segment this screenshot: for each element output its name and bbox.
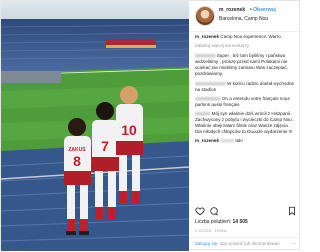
kit-number-right: 10 bbox=[121, 122, 137, 138]
likes-count[interactable]: Liczba polubień: 14 505 bbox=[195, 219, 248, 225]
post-date[interactable]: 2 GODZ. TEMU bbox=[195, 228, 227, 233]
stadium-photo: ZAKUS 8 7 10 bbox=[1, 1, 189, 251]
comment-username[interactable]: xxxxxxxxxx bbox=[195, 96, 221, 101]
comment-item: xxxxxxxxxxxx W końcu radzio dostał wycho… bbox=[195, 81, 297, 93]
comment-item: xxxxxxxxxx On a entendu votre français n… bbox=[195, 96, 297, 108]
bookmark-icon[interactable] bbox=[287, 206, 297, 216]
comment-item: xxxxxx Mój syn właśnie dziś wrócił z His… bbox=[195, 111, 297, 135]
load-more-comments[interactable]: Załaduj więcej komentarzy bbox=[195, 43, 297, 49]
kit-number-middle: 7 bbox=[101, 138, 109, 154]
caption-username[interactable]: m_rozenek bbox=[195, 34, 219, 39]
avatar[interactable] bbox=[195, 6, 215, 26]
post-photo[interactable]: ZAKUS 8 7 10 bbox=[1, 1, 189, 251]
instagram-post: ZAKUS 8 7 10 m_rozenek • Obserwuj Barcel… bbox=[0, 0, 301, 251]
comment-icon[interactable] bbox=[209, 206, 219, 216]
location-link[interactable]: Barcelona, Camp Nou bbox=[219, 16, 268, 22]
comment-username[interactable]: m_rozenek bbox=[195, 138, 219, 143]
comment-item: m_rozenek xxxxxx tak! bbox=[195, 138, 297, 144]
login-link[interactable]: Zaloguj się, bbox=[195, 241, 219, 246]
comment-item: xxxxxxxx Super , też tam byliśmy i państ… bbox=[195, 53, 297, 77]
more-options-icon[interactable]: … bbox=[290, 240, 296, 246]
follow-label: Obserwuj bbox=[253, 7, 276, 13]
login-prompt: Zaloguj się, aby polubić lub skomentować bbox=[195, 241, 280, 246]
comment-text: Mój syn właśnie dziś wrócił z Hiszpanii … bbox=[195, 110, 295, 135]
likes-label: Liczba polubień: bbox=[195, 219, 232, 225]
comment-text: tak! bbox=[235, 138, 243, 144]
kit-number-left: 8 bbox=[73, 153, 81, 169]
comment-mention[interactable]: xxxxxx bbox=[220, 138, 234, 143]
comments-list: m_rozenek Camp Nou experience. Warto Zał… bbox=[195, 34, 297, 202]
comment-username[interactable]: xxxxxxxxxxxx bbox=[195, 81, 226, 86]
heart-icon[interactable] bbox=[195, 206, 205, 216]
comment-username[interactable]: xxxxxxxx bbox=[195, 53, 215, 58]
likes-number: 14 505 bbox=[232, 219, 248, 225]
comment-username[interactable]: xxxxxx bbox=[195, 111, 210, 116]
username-link[interactable]: m_rozenek bbox=[219, 7, 245, 13]
caption: m_rozenek Camp Nou experience. Warto bbox=[195, 34, 297, 40]
post-sidebar: m_rozenek • Obserwuj Barcelona, Camp Nou… bbox=[189, 1, 301, 251]
follow-button[interactable]: • Obserwuj bbox=[250, 7, 276, 13]
login-prompt-text: aby polubić lub skomentować bbox=[218, 241, 280, 246]
action-bar bbox=[195, 206, 297, 216]
separator-dot: • bbox=[250, 7, 252, 13]
caption-text: Camp Nou experience. Warto bbox=[220, 34, 281, 39]
post-header: m_rozenek • Obserwuj Barcelona, Camp Nou bbox=[189, 1, 301, 32]
